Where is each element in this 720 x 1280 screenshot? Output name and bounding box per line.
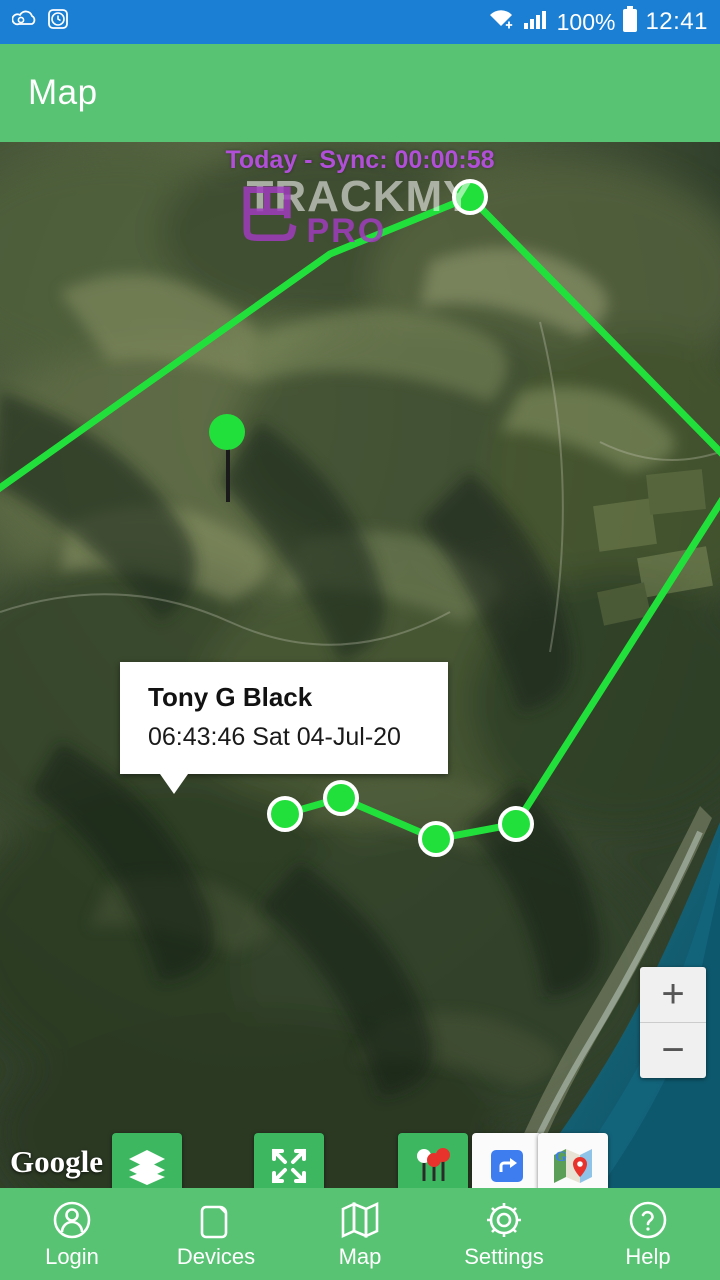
- battery-percent-label: 100%: [556, 8, 616, 35]
- nav-item-login[interactable]: Login: [0, 1188, 144, 1280]
- person-circle-icon: [51, 1199, 93, 1241]
- nav-label-help: Help: [625, 1243, 671, 1269]
- status-bar: 100% 12:41: [0, 0, 720, 44]
- google-logo: Google: [10, 1144, 103, 1179]
- bottom-navigation: Login Devices Map Settings Help: [0, 1188, 720, 1280]
- svg-text:G: G: [555, 1149, 567, 1165]
- map-info-window[interactable]: Tony G Black 06:43:46 Sat 04-Jul-20: [120, 662, 448, 794]
- alarm-history-icon: [46, 7, 70, 37]
- nav-item-help[interactable]: Help: [576, 1188, 720, 1280]
- nav-label-settings: Settings: [464, 1243, 544, 1269]
- map-view[interactable]: Today - Sync: 00:00:58 巴 TRACKMY PRO Ton…: [0, 142, 720, 1188]
- markers-button[interactable]: [398, 1133, 468, 1188]
- info-window-tail: [160, 774, 188, 794]
- nav-label-devices: Devices: [176, 1243, 256, 1269]
- status-bar-left-icons: [11, 7, 70, 37]
- page-title: Map: [28, 73, 98, 112]
- status-bar-right-icons: 100% 12:41: [487, 6, 708, 38]
- sync-status-label: Today - Sync: 00:00:58: [225, 146, 495, 174]
- google-maps-button[interactable]: G: [538, 1133, 608, 1188]
- directions-arrow-icon: [486, 1145, 528, 1189]
- nav-item-settings[interactable]: Settings: [432, 1188, 576, 1280]
- device-icon: [195, 1199, 237, 1241]
- info-window-name: Tony G Black: [148, 682, 313, 712]
- expand-arrows-icon: [268, 1145, 310, 1189]
- layers-button[interactable]: [112, 1133, 182, 1188]
- fullscreen-button[interactable]: [254, 1133, 324, 1188]
- nav-item-map[interactable]: Map: [288, 1188, 432, 1280]
- map-pins-icon: [410, 1143, 456, 1189]
- zoom-out-button[interactable]: −: [640, 1023, 706, 1078]
- signal-icon: [522, 7, 550, 37]
- gear-icon: [483, 1199, 525, 1241]
- cloud-sync-icon: [11, 8, 38, 36]
- zoom-controls[interactable]: + −: [640, 967, 706, 1078]
- battery-icon: [622, 6, 638, 38]
- map-icon: [339, 1199, 381, 1241]
- google-maps-icon: G: [550, 1143, 596, 1189]
- layers-icon: [125, 1144, 169, 1189]
- zoom-in-button[interactable]: +: [640, 967, 706, 1022]
- app-root: 100% 12:41 Map Today - Sync: 00:00:58 巴 …: [0, 0, 720, 1280]
- wifi-icon: [487, 7, 515, 37]
- info-window-timestamp: 06:43:46 Sat 04-Jul-20: [148, 723, 401, 751]
- nav-label-map: Map: [338, 1243, 382, 1269]
- app-bar: Map: [0, 44, 720, 142]
- nav-label-login: Login: [45, 1243, 99, 1269]
- directions-button[interactable]: [472, 1133, 542, 1188]
- status-bar-clock: 12:41: [645, 8, 708, 35]
- nav-item-devices[interactable]: Devices: [144, 1188, 288, 1280]
- question-circle-icon: [627, 1199, 669, 1241]
